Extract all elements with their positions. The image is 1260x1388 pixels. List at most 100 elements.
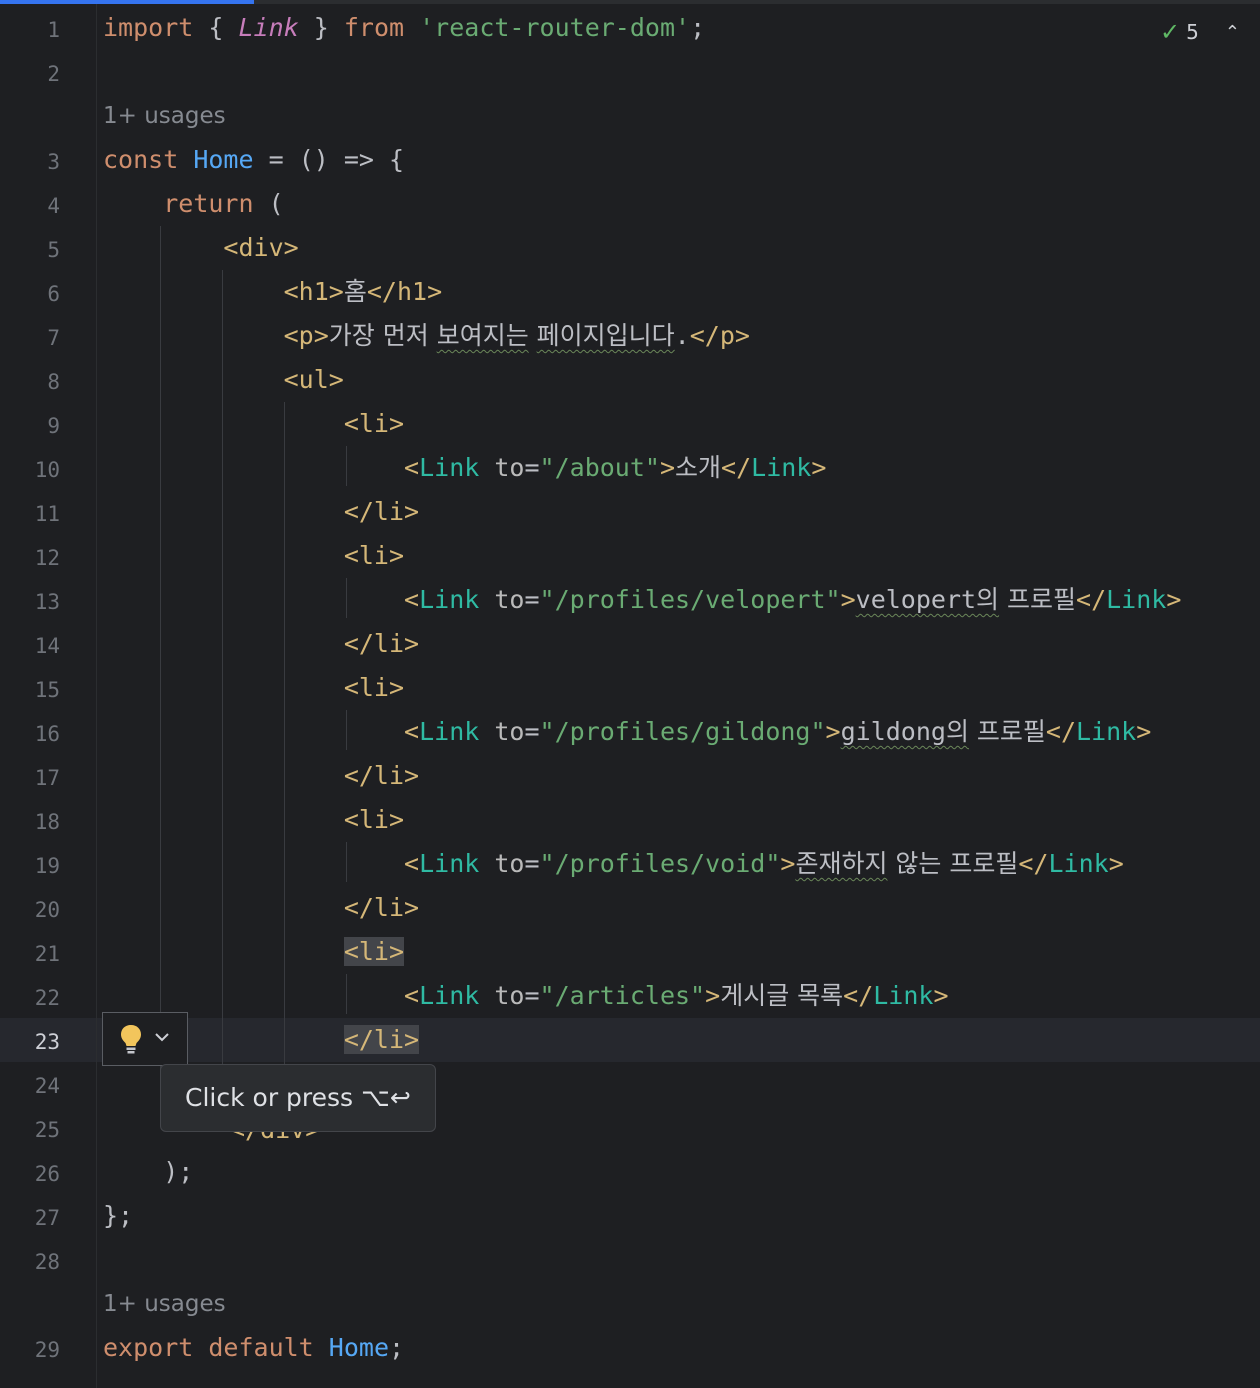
function-name: Home [193,145,254,174]
code-line-4[interactable]: return ( [103,182,283,226]
code-line-11[interactable]: </li> [103,490,419,534]
line-number: 15 [34,678,60,702]
tag-bracket: < [404,981,420,1010]
html-tag: <li> [343,409,405,438]
equals: = [524,585,540,614]
punct: { [193,13,239,42]
lightbulb-icon [121,1025,141,1054]
code-line-10[interactable]: <Link to="/about">소개</Link> [103,446,826,490]
line-number: 17 [34,766,60,790]
code-line-21[interactable]: <li> [103,930,405,974]
attribute-value: "/articles" [539,981,706,1010]
code-line-27[interactable]: }; [103,1194,133,1238]
component-name: Link [419,453,480,482]
attribute-name: to [494,717,525,746]
keyword-import: import [103,13,194,42]
jsx-text: 가장 먼저 [328,321,437,350]
component-name: Link [1106,585,1167,614]
code-line-12[interactable]: <li> [103,534,404,578]
code-line-15[interactable]: <li> [103,666,404,710]
jsx-text: 프로필 [999,585,1077,614]
keyword-return: return [163,189,254,218]
keyword-from: from [343,13,405,42]
line-number: 5 [47,238,60,262]
line-number: 6 [47,282,60,306]
tag-bracket: < [404,849,420,878]
keyword-default: default [208,1333,314,1362]
line-number: 22 [34,986,60,1010]
inspection-widget[interactable]: ✓ 5 ⌃ [1160,14,1240,50]
intention-actions-button[interactable] [102,1012,188,1066]
tag-bracket: </ [721,453,752,482]
code-line-5[interactable]: <div> [103,226,298,270]
equals: = [524,453,540,482]
matched-tag: </li> [343,1025,420,1054]
usages-hint[interactable]: 1+ usages [103,94,226,138]
html-tag: </li> [343,761,420,790]
code-text: = () => { [253,145,405,174]
code-line-9[interactable]: <li> [103,402,404,446]
line-number: 3 [47,150,60,174]
spelling-warning-text: 존재하지 [795,849,888,878]
code-line-13[interactable]: <Link to="/profiles/velopert">velopert의 … [103,578,1181,622]
keyword-const: const [103,145,179,174]
spelling-warning-text: gildong의 [840,717,969,746]
attribute-value: "/profiles/gildong" [539,717,826,746]
code-line-26[interactable]: ); [103,1150,193,1194]
line-number: 2 [47,62,60,86]
code-line-17[interactable]: </li> [103,754,419,798]
code-line-18[interactable]: <li> [103,798,404,842]
html-tag: <li> [343,673,405,702]
jsx-text [529,321,537,350]
code-line-14[interactable]: </li> [103,622,419,666]
html-tag: <ul> [283,365,344,394]
chevron-up-icon[interactable]: ⌃ [1225,22,1240,43]
line-number-current: 23 [34,1030,60,1054]
code-line-3[interactable]: const Home = () => { [103,138,404,182]
tag-bracket: > [1108,849,1124,878]
line-number: 13 [34,590,60,614]
code-line-7[interactable]: <p>가장 먼저 보여지는 페이지입니다.</p> [103,314,750,358]
tag-bracket: > [705,981,721,1010]
code-line-1[interactable]: import { Link } from 'react-router-dom'; [103,6,705,50]
code-line-16[interactable]: <Link to="/profiles/gildong">gildong의 프로… [103,710,1151,754]
line-number: 21 [34,942,60,966]
semicolon: ; [690,13,706,42]
tag-bracket: > [840,585,856,614]
attribute-value: "/profiles/velopert" [539,585,841,614]
code-line-8[interactable]: <ul> [103,358,344,402]
attribute-value: "/profiles/void" [539,849,781,878]
code-line-29[interactable]: export default Home; [103,1326,404,1370]
intention-tooltip: Click or press ⌥↩ [160,1064,436,1132]
code-line-6[interactable]: <h1>홈</h1> [103,270,443,314]
line-number: 20 [34,898,60,922]
jsx-text: 게시글 목록 [720,981,844,1010]
function-name: Home [328,1333,390,1362]
code-line-20[interactable]: </li> [103,886,419,930]
line-number-gutter[interactable]: 1 2 3 4 5 6 7 8 9 10 11 12 13 14 15 16 1… [0,4,96,1388]
jsx-text: 소개 [675,453,722,482]
code-line-22[interactable]: <Link to="/articles">게시글 목록</Link> [103,974,949,1018]
line-number: 16 [34,722,60,746]
line-number: 10 [34,458,60,482]
code-line-19[interactable]: <Link to="/profiles/void">존재하지 않는 프로필</L… [103,842,1124,886]
usages-hint[interactable]: 1+ usages [103,1282,226,1326]
attribute-name: to [494,981,525,1010]
module-string: 'react-router-dom' [419,13,691,42]
attribute-value: "/about" [539,453,660,482]
line-number: 14 [34,634,60,658]
attribute-name: to [494,453,525,482]
chevron-down-icon [155,1033,169,1042]
